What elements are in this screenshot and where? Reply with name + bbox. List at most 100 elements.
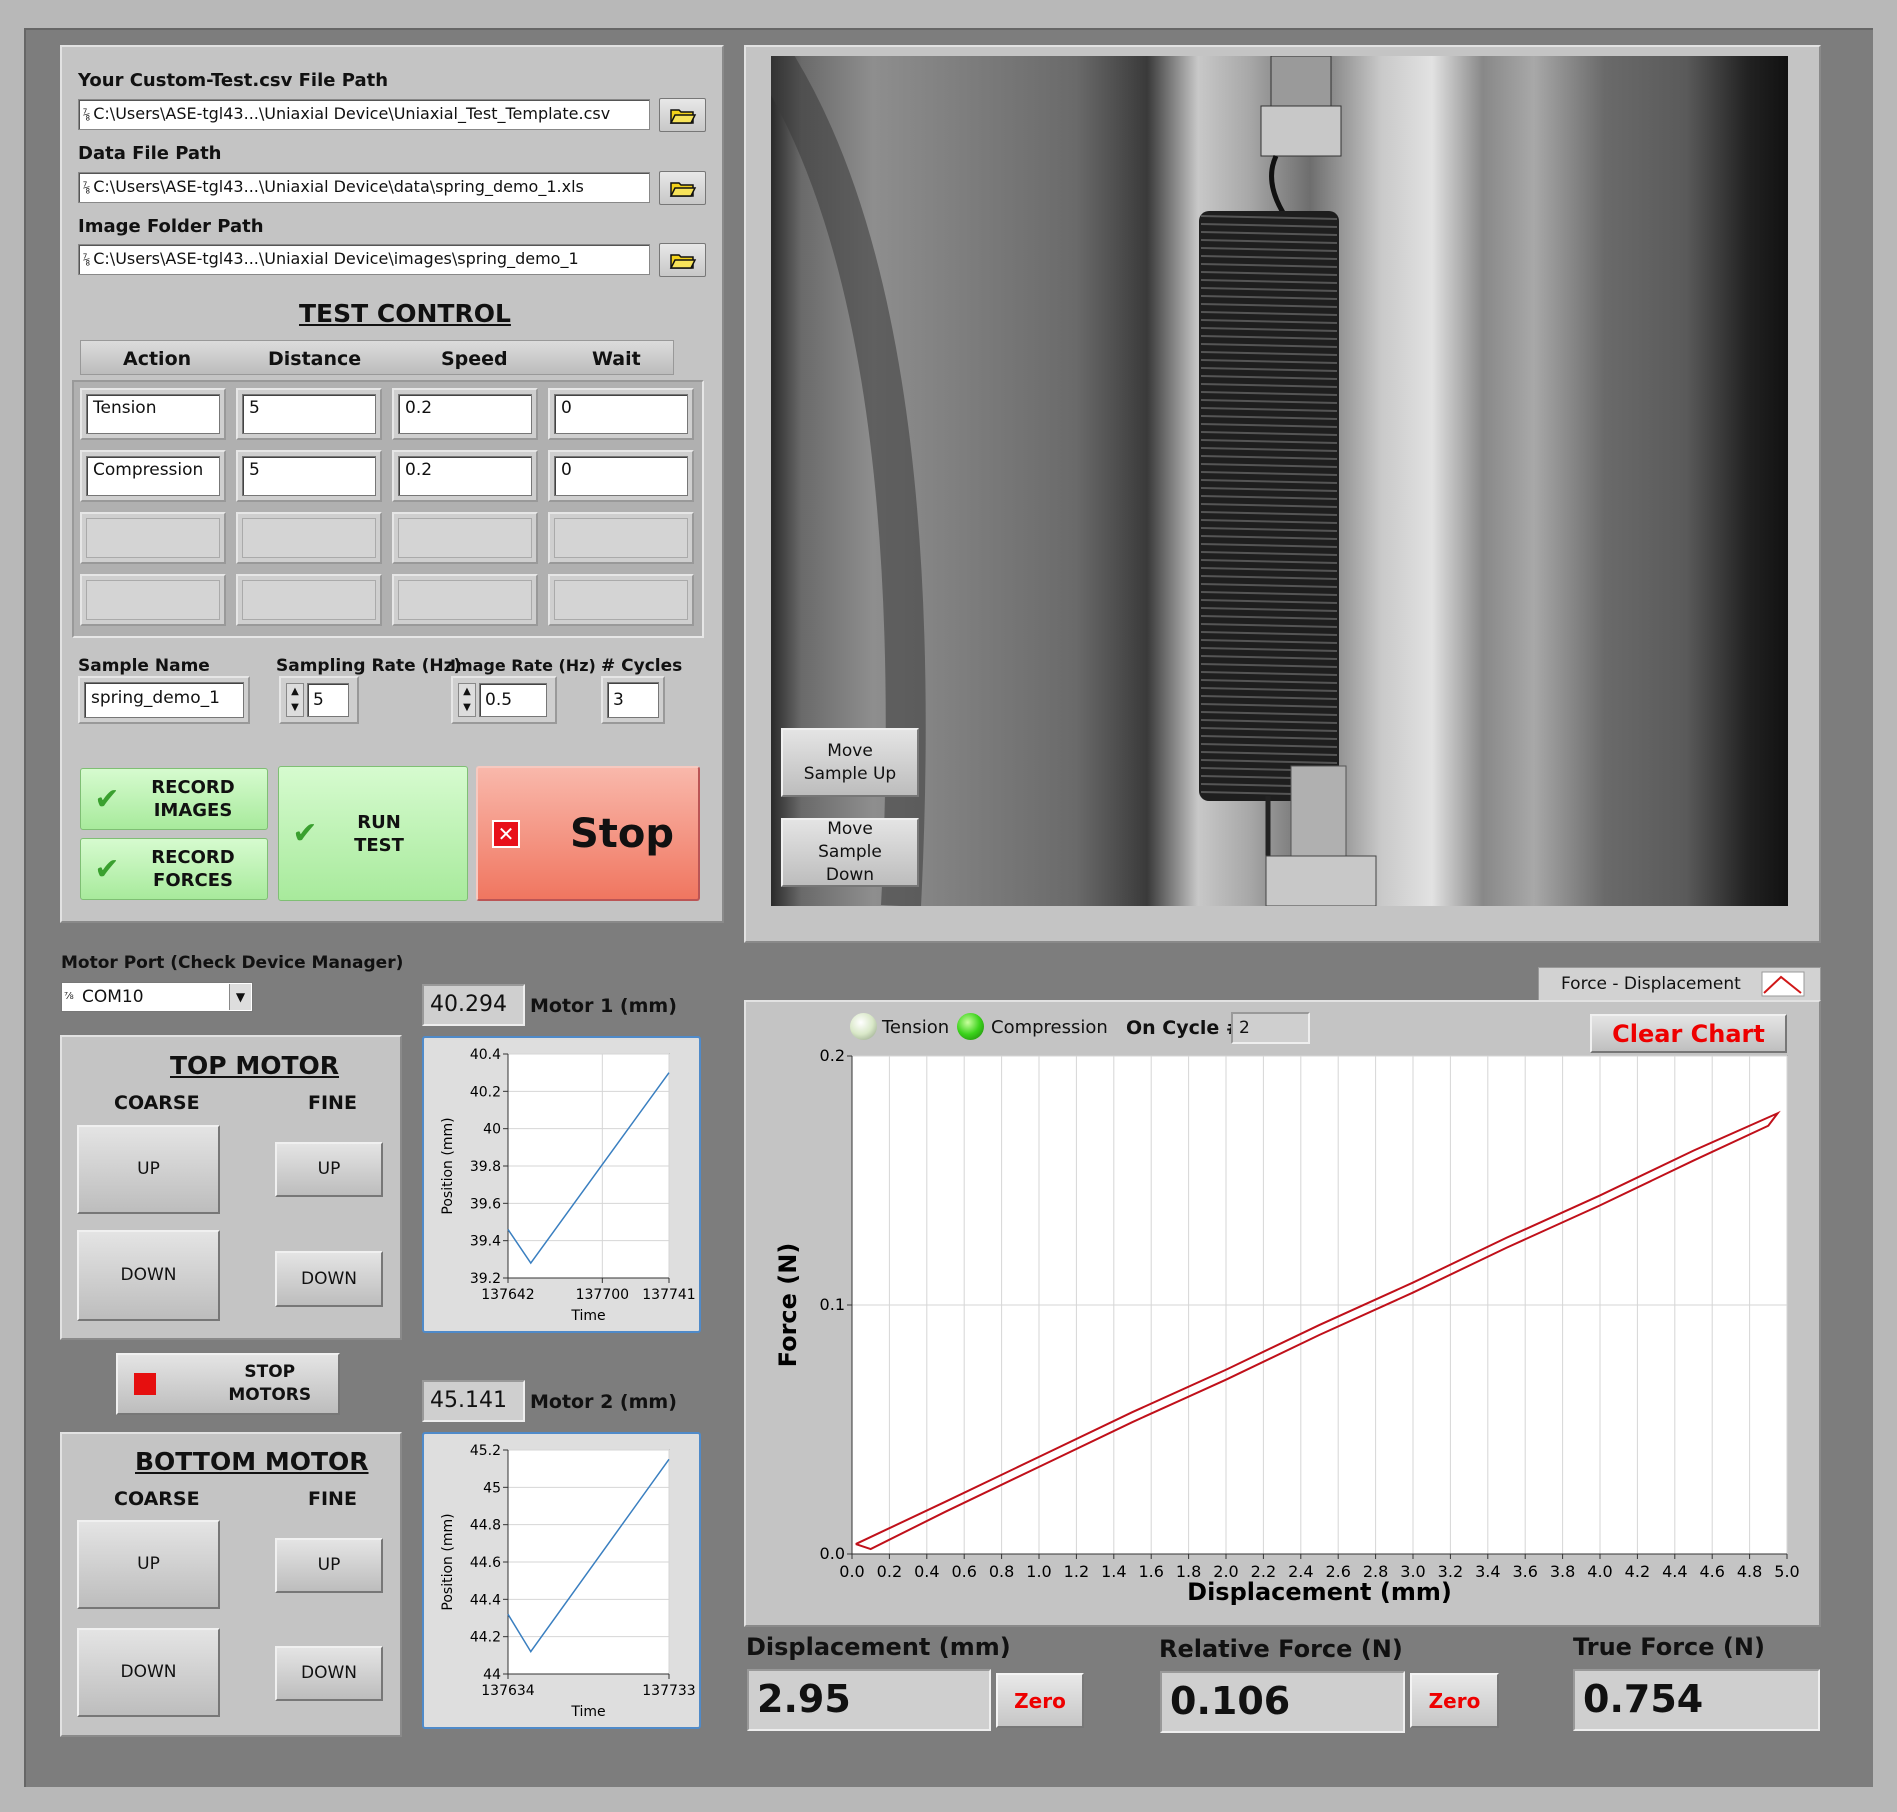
folder-icon (669, 182, 696, 197)
record-images-label: RECORD IMAGES (151, 777, 235, 821)
y-axis-label: Position (mm) (440, 1117, 456, 1214)
bottom-coarse-down-button[interactable]: DOWN (77, 1628, 220, 1717)
x-tick-label: 3.8 (1550, 1562, 1575, 1581)
button-label: UP (137, 1159, 160, 1179)
image-browse-button[interactable] (659, 243, 706, 277)
button-label: UP (137, 1554, 160, 1574)
record-images-toggle[interactable]: ✔ RECORD IMAGES (80, 768, 268, 830)
distance-input[interactable] (242, 518, 376, 558)
button-label: UP (317, 1159, 341, 1179)
y-tick-label: 39.8 (470, 1159, 501, 1175)
sample-name-wrapper: spring_demo_1 (78, 676, 250, 724)
top-fine-label: FINE (308, 1092, 357, 1114)
x-tick-label: 137700 (576, 1287, 629, 1303)
plot-legend: Force - Displacement (1538, 967, 1821, 1001)
line-plot-icon (1761, 971, 1805, 997)
distance-input[interactable]: 5 (242, 456, 376, 496)
sampling-rate-label: Sampling Rate (Hz) (276, 656, 462, 676)
legend-label: Force - Displacement (1561, 974, 1741, 994)
motor2-label: Motor 2 (mm) (530, 1391, 677, 1413)
top-fine-down-button[interactable]: DOWN (275, 1251, 383, 1307)
stop-motors-button[interactable]: STOP MOTORS (116, 1353, 340, 1415)
cycles-input[interactable]: 3 (607, 682, 659, 718)
tension-label: Tension (882, 1017, 950, 1038)
data-path-value: C:\Users\ASE-tgl43...\Uniaxial Device\da… (93, 177, 584, 196)
speed-input[interactable] (398, 518, 532, 558)
x-tick-label: 0.4 (914, 1562, 939, 1581)
y-tick-label: 45.2 (470, 1443, 501, 1459)
x-tick-label: 0.2 (877, 1562, 902, 1581)
run-test-button[interactable]: ✔ RUN TEST (278, 766, 468, 901)
motor-port-select[interactable]: ⅞ COM10 ▼ (61, 982, 253, 1012)
table-cell: 0.2 (392, 450, 538, 502)
sample-name-input[interactable]: spring_demo_1 (84, 682, 244, 718)
zero-label: Zero (1014, 1688, 1066, 1713)
image-rate-input[interactable]: 0.5 (479, 683, 547, 717)
x-axis-label: Time (570, 1704, 605, 1720)
zero-displacement-button[interactable]: Zero (996, 1673, 1084, 1728)
zero-force-button[interactable]: Zero (1410, 1673, 1499, 1728)
bottom-coarse-up-button[interactable]: UP (77, 1520, 220, 1609)
top-fine-up-button[interactable]: UP (275, 1142, 383, 1197)
test-control-title: TEST CONTROL (299, 299, 511, 328)
sampling-rate-stepper[interactable]: ▲ ▼ (286, 683, 304, 717)
y-tick-label: 44.6 (470, 1555, 501, 1571)
true-force-label: True Force (N) (1573, 1633, 1765, 1661)
wait-input[interactable] (554, 518, 688, 558)
data-path-field[interactable]: ⅞ C:\Users\ASE-tgl43...\Uniaxial Device\d… (78, 172, 650, 203)
true-force-readout: 0.754 (1573, 1669, 1820, 1731)
x-tick-label: 0.8 (989, 1562, 1014, 1581)
record-forces-toggle[interactable]: ✔ RECORD FORCES (80, 838, 268, 900)
action-input[interactable]: Compression (86, 456, 220, 496)
header-action: Action (123, 348, 192, 370)
distance-input[interactable] (242, 580, 376, 620)
speed-input[interactable] (398, 580, 532, 620)
x-tick-label: 4.2 (1625, 1562, 1650, 1581)
folder-icon (669, 254, 696, 269)
bottom-fine-down-button[interactable]: DOWN (275, 1646, 383, 1701)
motor1-label: Motor 1 (mm) (530, 995, 677, 1017)
table-cell (236, 512, 382, 564)
table-cell: 0.2 (392, 388, 538, 440)
csv-browse-button[interactable] (659, 98, 706, 132)
stop-button[interactable]: ✕ Stop (476, 766, 700, 901)
table-cell (236, 574, 382, 626)
data-browse-button[interactable] (659, 171, 706, 205)
x-tick-label: 1.4 (1101, 1562, 1126, 1581)
bottom-fine-up-button[interactable]: UP (275, 1538, 383, 1593)
image-rate-stepper[interactable]: ▲ ▼ (458, 683, 476, 717)
sampling-rate-wrapper: ▲ ▼ 5 (279, 676, 359, 724)
header-distance: Distance (268, 348, 362, 370)
top-coarse-down-button[interactable]: DOWN (77, 1230, 220, 1321)
top-coarse-up-button[interactable]: UP (77, 1125, 220, 1214)
x-tick-label: 4.4 (1662, 1562, 1687, 1581)
move-sample-down-button[interactable]: Move Sample Down (781, 818, 919, 887)
distance-input[interactable]: 5 (242, 394, 376, 434)
sampling-rate-input[interactable]: 5 (307, 683, 349, 717)
test-control-header: Action Distance Speed Wait (80, 340, 674, 375)
image-path-value: C:\Users\ASE-tgl43...\Uniaxial Device\im… (93, 249, 579, 268)
x-axis-label: Displacement (mm) (1187, 1578, 1452, 1606)
action-input[interactable] (86, 580, 220, 620)
y-tick-label: 0.2 (820, 1046, 845, 1065)
button-label: DOWN (120, 1265, 177, 1285)
action-input[interactable]: Tension (86, 394, 220, 434)
image-path-field[interactable]: ⅞ C:\Users\ASE-tgl43...\Uniaxial Device\i… (78, 244, 650, 275)
csv-path-field[interactable]: ⅞ C:\Users\ASE-tgl43...\Uniaxial Device\U… (78, 99, 650, 130)
move-up-label: Move Sample Up (803, 740, 897, 784)
top-coarse-label: COARSE (114, 1092, 200, 1114)
move-sample-up-button[interactable]: Move Sample Up (781, 728, 919, 797)
speed-input[interactable]: 0.2 (398, 456, 532, 496)
wait-input[interactable] (554, 580, 688, 620)
x-tick-label: 137733 (642, 1683, 695, 1699)
speed-input[interactable]: 0.2 (398, 394, 532, 434)
action-input[interactable] (86, 518, 220, 558)
wait-input[interactable]: 0 (554, 394, 688, 434)
wait-input[interactable]: 0 (554, 456, 688, 496)
chevron-down-icon[interactable]: ▼ (229, 984, 251, 1010)
table-cell: Tension (80, 388, 226, 440)
cycle-label: On Cycle # (1126, 1017, 1242, 1039)
y-tick-label: 0.0 (820, 1544, 845, 1563)
button-label: DOWN (120, 1662, 177, 1682)
motor2-chart: 45.2 45 44.8 44.6 44.4 44.2 44137634 137733 Time… (440, 1443, 696, 1720)
